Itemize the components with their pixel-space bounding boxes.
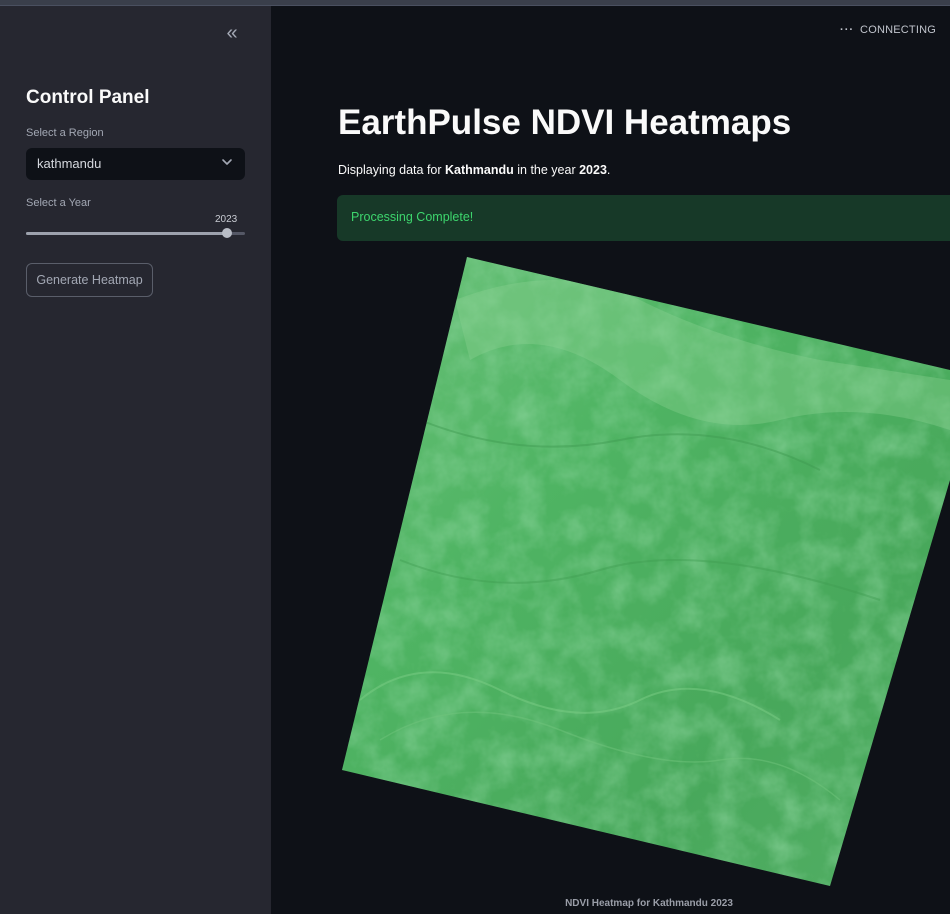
page-title: EarthPulse NDVI Heatmaps	[338, 103, 792, 142]
connection-status: ··· CONNECTING	[840, 24, 936, 36]
desc-middle: in the year	[513, 163, 580, 177]
desc-prefix: Displaying data for	[338, 163, 446, 177]
sidebar: « Control Panel Select a Region kathmand…	[0, 6, 271, 914]
heatmap-caption: NDVI Heatmap for Kathmandu 2023	[565, 898, 733, 909]
collapse-sidebar-icon[interactable]: «	[222, 23, 242, 44]
desc-suffix: .	[606, 163, 611, 177]
page-description: Displaying data for Kathmandu in the yea…	[338, 163, 610, 177]
success-alert: Processing Complete!	[337, 195, 950, 241]
region-select[interactable]: kathmandu	[26, 148, 245, 180]
more-dots-icon: ···	[840, 24, 855, 36]
desc-year: 2023	[579, 163, 607, 177]
chevron-down-icon	[222, 159, 232, 165]
desc-region: Kathmandu	[445, 163, 514, 177]
year-slider-fill	[26, 232, 227, 235]
year-slider-thumb[interactable]	[222, 228, 232, 238]
year-slider-value: 2023	[215, 214, 238, 225]
year-label: Select a Year	[26, 197, 91, 209]
region-select-value: kathmandu	[37, 156, 102, 171]
generate-heatmap-button[interactable]: Generate Heatmap	[26, 263, 153, 297]
success-message: Processing Complete!	[351, 210, 474, 224]
region-label: Select a Region	[26, 127, 104, 139]
connection-status-text: CONNECTING	[860, 24, 936, 36]
year-slider-track[interactable]	[26, 232, 245, 235]
sidebar-title: Control Panel	[26, 87, 150, 108]
